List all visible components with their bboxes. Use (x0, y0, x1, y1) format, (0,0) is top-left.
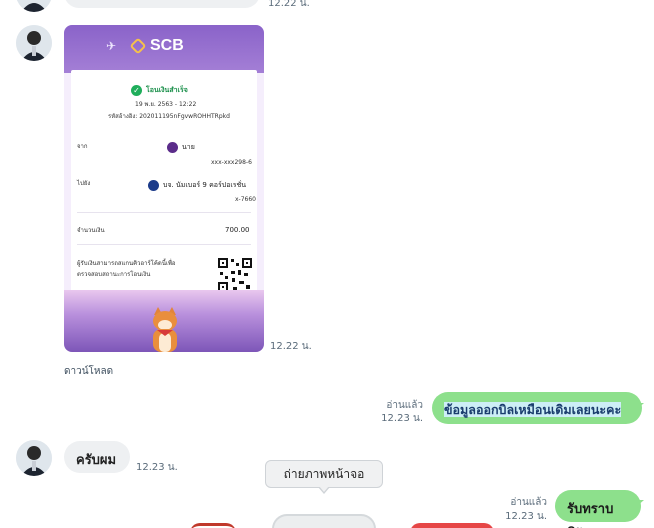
bank-icon (148, 180, 159, 191)
read-receipt: อ่านแล้ว (386, 400, 423, 411)
note-line-2: ตรวจสอบสถานะการโอนเงิน (77, 271, 151, 278)
from-name: นาย (182, 143, 195, 151)
receipt-status: โอนเงินสำเร็จ (146, 86, 188, 94)
scb-bank-icon (167, 142, 178, 153)
to-account: x-7660 (235, 196, 256, 203)
message-time: 12.23 น. (136, 462, 178, 473)
qr-code-icon (217, 257, 253, 293)
note-line-1: ผู้รับเงินสามารถสแกนคิวอาร์โค้ดนี้เพื่อ (77, 260, 176, 267)
shiba-dog-illustration (153, 307, 177, 352)
avatar[interactable] (16, 0, 52, 12)
message-text: ข้อมูลออกบิลเหมือนเดิมเลยนะคะ (444, 402, 622, 417)
tooltip-arrow-inner (319, 486, 329, 492)
success-check-icon: ✓ (131, 85, 142, 96)
sent-message-bubble[interactable]: ข้อมูลออกบิลเหมือนเดิมเลยนะคะ (432, 392, 642, 424)
avatar[interactable] (16, 25, 52, 61)
receipt-ref: รหัสอ้างอิง: 202011195nFgvwROHHTRpkd (108, 113, 230, 120)
amount-value: 700.00 (225, 226, 250, 234)
profile-photo (16, 0, 52, 12)
capture-button-partial[interactable] (272, 514, 376, 528)
message-time: 12.23 น. (505, 511, 547, 522)
message-time: 12.23 น. (381, 413, 423, 424)
bubble-tail (636, 403, 644, 410)
message-time: 12.22 น. (268, 0, 310, 9)
sent-message-bubble[interactable]: รับทราบคะ (555, 490, 641, 528)
close-button-partial[interactable] (410, 523, 494, 528)
download-link[interactable]: ดาวน์โหลด (64, 364, 113, 379)
to-name: บจ. นัมเบอร์ 9 คอร์ปอเรชั่น (163, 181, 247, 189)
record-button-partial[interactable] (190, 523, 236, 528)
message-time: 12.22 น. (270, 341, 312, 352)
avatar[interactable] (16, 440, 52, 476)
bubble-tail (636, 500, 644, 507)
message-text: ครับผม (76, 453, 117, 468)
amount-label: จำนวนเงิน (77, 227, 105, 234)
read-receipt: อ่านแล้ว (510, 497, 547, 508)
profile-photo (16, 25, 52, 61)
profile-photo (16, 440, 52, 476)
to-label: ไปยัง (77, 180, 91, 187)
scb-brand: SCB (150, 37, 184, 54)
transfer-receipt-image[interactable]: SCB ✈ ✓ โอนเงินสำเร็จ 19 พ.ย. 2563 - 12:… (64, 25, 264, 352)
screenshot-tooltip: ถ่ายภาพหน้าจอ (265, 460, 383, 488)
message-text: รับทราบคะ (567, 502, 614, 528)
from-account: xxx-xxx298-6 (211, 159, 252, 166)
message-bubble-partial[interactable] (64, 0, 260, 8)
divider (77, 212, 251, 213)
divider (77, 244, 251, 245)
received-message-bubble[interactable]: ครับผม (64, 441, 130, 473)
receipt-card: ✓ โอนเงินสำเร็จ 19 พ.ย. 2563 - 12:22 รหั… (71, 70, 257, 298)
from-label: จาก (77, 143, 88, 150)
airplane-icon: ✈ (106, 39, 117, 53)
receipt-datetime: 19 พ.ย. 2563 - 12:22 (135, 101, 197, 108)
